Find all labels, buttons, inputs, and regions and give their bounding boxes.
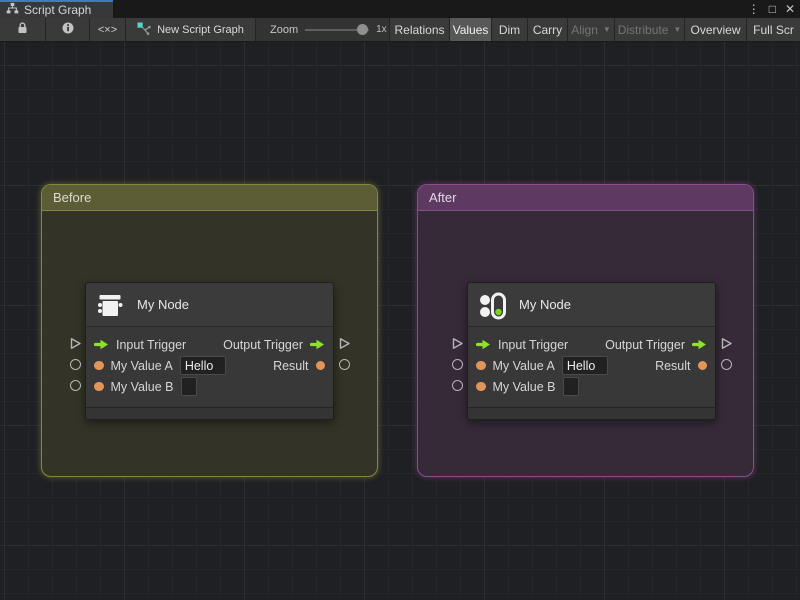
external-flow-port-icon (69, 337, 82, 355)
node-body: Input Trigger Output Trigger My Value A (86, 327, 333, 402)
toolbar: <×> New Script Graph Zoom 1x Relations V… (0, 18, 800, 42)
port-label: My Value B (110, 379, 174, 394)
zoom-control: Zoom 1x (256, 18, 390, 41)
node-body: Input Trigger Output Trigger My Value A (468, 327, 715, 402)
value-input-port-icon[interactable] (476, 360, 486, 371)
maximize-icon[interactable]: □ (769, 0, 776, 18)
dim-label: Dim (498, 22, 521, 37)
more-menu-icon[interactable]: ⋮ (748, 0, 760, 18)
carry-toggle[interactable]: Carry (528, 18, 568, 41)
zoom-slider[interactable] (305, 24, 370, 35)
tab-label: Script Graph (24, 3, 92, 17)
external-value-port-icon (721, 359, 732, 370)
value-b-input[interactable] (562, 377, 579, 396)
node-header[interactable]: My Node (468, 283, 715, 327)
unit-toggle-icon (477, 290, 507, 320)
port-label: My Value B (492, 379, 556, 394)
relations-label: Relations (394, 22, 445, 37)
external-value-port-icon (70, 380, 81, 391)
zoom-label: Zoom (270, 23, 299, 36)
overview-button[interactable]: Overview (685, 18, 747, 41)
fullscreen-label: Full Scr (753, 22, 794, 37)
code-icon: <×> (97, 23, 118, 36)
chevron-down-icon: ▼ (673, 25, 682, 34)
value-input-port-icon[interactable] (94, 360, 104, 371)
external-flow-port-icon (338, 337, 351, 355)
flow-output-port-icon[interactable] (310, 339, 325, 350)
new-script-graph-label: New Script Graph (157, 23, 244, 36)
group-before-header[interactable]: Before (42, 185, 377, 211)
sitemap-icon (6, 2, 19, 18)
group-after-header[interactable]: After (418, 185, 753, 211)
port-label: Result (273, 358, 309, 373)
external-value-port-icon (452, 359, 463, 370)
value-output-port-icon[interactable] (315, 360, 325, 371)
values-toggle[interactable]: Values (450, 18, 492, 41)
value-input-port-icon[interactable] (476, 381, 486, 392)
port-label: Result (655, 358, 691, 373)
dim-toggle[interactable]: Dim (492, 18, 528, 41)
node-title: My Node (519, 297, 572, 312)
script-machine-icon (95, 290, 125, 320)
port-label: My Value A (110, 358, 173, 373)
value-b-input[interactable] (180, 377, 197, 396)
relations-toggle[interactable]: Relations (390, 18, 450, 41)
chevron-down-icon: ▼ (602, 25, 611, 34)
node-my-node-after[interactable]: My Node Input Trigger Output Trigger My … (467, 282, 716, 420)
node-title: My Node (137, 297, 190, 312)
value-a-input[interactable] (179, 356, 226, 375)
code-view-button[interactable]: <×> (90, 18, 126, 41)
tab-bar: Script Graph ⋮ □ ✕ (0, 0, 800, 18)
lock-icon (17, 22, 28, 37)
info-icon (62, 22, 74, 37)
overview-label: Overview (690, 22, 741, 37)
port-label: Input Trigger (498, 337, 569, 352)
align-label: Align (571, 22, 598, 37)
graph-node-icon (137, 22, 151, 38)
port-label: My Value A (492, 358, 555, 373)
close-icon[interactable]: ✕ (785, 0, 795, 18)
group-after-label: After (429, 190, 457, 205)
value-input-port-icon[interactable] (94, 381, 104, 392)
node-header[interactable]: My Node (86, 283, 333, 327)
external-value-port-icon (70, 359, 81, 370)
carry-label: Carry (532, 22, 563, 37)
external-value-port-icon (339, 359, 350, 370)
port-label: Output Trigger (605, 337, 685, 352)
zoom-slider-handle[interactable] (357, 24, 369, 35)
group-before-label: Before (53, 190, 92, 205)
align-dropdown[interactable]: Align ▼ (568, 18, 615, 41)
external-flow-port-icon (720, 337, 733, 355)
graph-canvas[interactable]: Before After My Node Input Trigger Outpu… (0, 42, 800, 600)
node-footer (86, 407, 333, 419)
distribute-dropdown[interactable]: Distribute ▼ (615, 18, 685, 41)
flow-output-port-icon[interactable] (692, 339, 707, 350)
flow-input-port-icon[interactable] (94, 339, 109, 350)
info-button[interactable] (46, 18, 90, 41)
tab-script-graph[interactable]: Script Graph (0, 0, 113, 18)
zoom-value: 1x (376, 24, 387, 35)
node-footer (468, 407, 715, 419)
port-label: Input Trigger (116, 337, 187, 352)
window-controls: ⋮ □ ✕ (748, 0, 795, 18)
port-label: Output Trigger (223, 337, 303, 352)
flow-input-port-icon[interactable] (476, 339, 491, 350)
new-script-graph-button[interactable]: New Script Graph (126, 18, 256, 41)
fullscreen-button[interactable]: Full Scr (747, 18, 800, 41)
values-label: Values (452, 22, 489, 37)
lock-button[interactable] (0, 18, 46, 41)
external-value-port-icon (452, 380, 463, 391)
value-output-port-icon[interactable] (697, 360, 707, 371)
external-flow-port-icon (451, 337, 464, 355)
distribute-label: Distribute (617, 22, 669, 37)
value-a-input[interactable] (561, 356, 608, 375)
node-my-node-before[interactable]: My Node Input Trigger Output Trigger My … (85, 282, 334, 420)
